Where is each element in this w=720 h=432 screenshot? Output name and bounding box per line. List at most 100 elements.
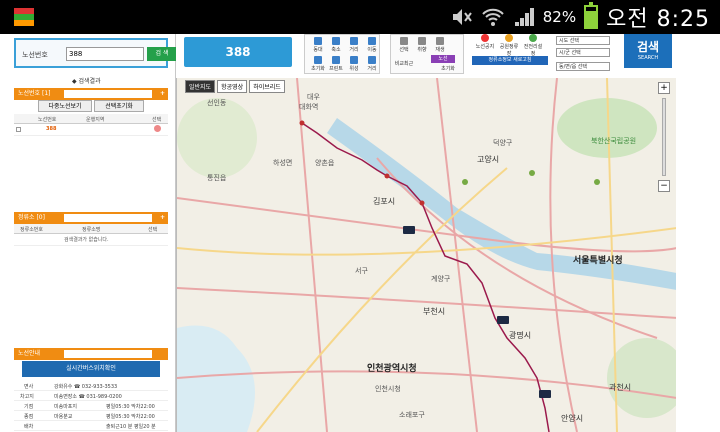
mute-icon (452, 9, 472, 25)
park-stop-tool[interactable]: 공원정류장 (498, 34, 520, 57)
refresh-stop-info-button[interactable]: 정류소정보 새로고침 (472, 56, 548, 65)
map-label: 덕양구 (493, 139, 513, 147)
map-label: 안양시 (561, 414, 584, 423)
map-label: 고양시 (477, 155, 500, 164)
info-time: 평일05:30 막차22:00 (106, 414, 155, 420)
info-key: 차고지 (20, 394, 34, 400)
map-label: 인천광역시청 (367, 364, 417, 374)
notice-group: 노선공지 공원정류장 전전리설정 (472, 34, 548, 74)
right-gutter (676, 78, 720, 432)
info-time: 출퇴근10 분 평일20 분 (106, 424, 156, 430)
edit-tools-group: 선택 취향 재생 노선 비교최근 초기화 (390, 34, 464, 74)
route-panel-tabs: 다중노선보기 선택초기화 (14, 100, 168, 112)
bus-marker (403, 226, 415, 234)
map-label: 통진읍 (207, 174, 227, 182)
stop-panel-field[interactable] (64, 214, 152, 222)
info-row: 면사 강화유수 ☎ 032-933-3533 (14, 381, 168, 391)
map-label: 하성면 (273, 159, 293, 167)
tab-aerial[interactable]: 항공영상 (217, 80, 248, 93)
map-label: 계양구 (431, 275, 451, 283)
info-row: 종점 마용분교 평일05:30 막차22:00 (14, 411, 168, 421)
map-label: 서구 (355, 267, 368, 275)
map-search-title: 검색 (636, 40, 660, 54)
stop-empty-message: 검색결과가 없습니다. (64, 237, 109, 243)
stop-empty-row: 검색결과가 없습니다. (14, 234, 168, 246)
route-number-cell[interactable]: 388 (46, 126, 56, 132)
bus-marker (539, 390, 551, 398)
map-search-button[interactable]: 검색 SEARCH (624, 34, 672, 68)
map-label: 서울특별시청 (573, 256, 623, 266)
zoom-out-button[interactable]: − (658, 180, 670, 192)
stop-col-name: 정류소명 (82, 227, 101, 233)
measure-tool[interactable]: 거리 (361, 56, 383, 72)
stop-panel-title: 정류소 [0] (18, 214, 45, 221)
map-label: 선인동 (207, 99, 227, 107)
route-mode-button[interactable]: 노선 (431, 55, 455, 63)
info-value: 미송마포지 (54, 404, 78, 410)
zoom-in-button[interactable]: + (658, 82, 670, 94)
battery-percent: 82% (542, 8, 577, 26)
route-panel-title: 노선번호 [1] (18, 90, 51, 97)
stop-col-number: 정류소번호 (20, 227, 44, 233)
route-number-button[interactable]: 388 (184, 37, 292, 67)
province-select[interactable]: 시도 선택 (556, 36, 610, 45)
table-row[interactable]: 388 (14, 124, 168, 136)
bus-marker (497, 316, 509, 324)
info-value: 마용분교 (54, 414, 73, 420)
route-notice-tool[interactable]: 노선공지 (474, 34, 496, 50)
row-checkbox[interactable] (16, 127, 21, 132)
settings-tool[interactable]: 전전리설정 (522, 34, 544, 57)
map-label: 김포시 (373, 197, 396, 206)
map-tools-group: 동대 축소 거리 이동 초기화 프린트 위성 거리 (304, 34, 380, 74)
route-col-select: 선택 (152, 117, 162, 123)
clear-tool[interactable]: 초기화 (437, 65, 459, 72)
result-label: ◆ 검색결과 (72, 78, 101, 85)
route-table: 노선번호 운행지역 선택 388 (14, 114, 168, 136)
info-row: 기점 미송마포지 평일05:30 막차22:00 (14, 401, 168, 411)
reset-selection-tab[interactable]: 선택초기화 (94, 100, 144, 112)
map-view[interactable]: 일반지도 항공영상 하이브리드 대우 대화역 선인동 통진읍 하성면 양촌읍 김… (176, 78, 676, 432)
zoom-slider[interactable] (662, 98, 666, 176)
map-label: 광명시 (509, 331, 532, 340)
zoom-control: + − (658, 82, 670, 202)
info-key: 배차 (24, 424, 34, 430)
left-panel: 노선번호 388 검 색 ◆ 검색결과 노선번호 [1] + 다중노선보기 선택… (0, 34, 177, 432)
info-row: 배차 출퇴근10 분 평일20 분 (14, 421, 168, 431)
wifi-icon (482, 8, 504, 26)
route-panel-expand-button[interactable]: + (160, 88, 165, 100)
move-tool[interactable]: 이동 (361, 37, 383, 53)
battery-icon (584, 2, 599, 29)
city-select[interactable]: 시/군 선택 (556, 48, 610, 57)
stop-panel-header: 정류소 [0] + (14, 212, 168, 224)
multi-route-view-tab[interactable]: 다중노선보기 (38, 100, 92, 112)
route-panel-header: 노선번호 [1] + (14, 88, 168, 100)
stop-table: 정류소번호 정류소명 선택 검색결과가 없습니다. (14, 224, 168, 246)
compare-tool[interactable]: 비교최근 (393, 60, 415, 67)
town-select[interactable]: 동/면/읍 선택 (556, 62, 610, 71)
select-icon[interactable] (154, 125, 161, 132)
status-bar: 82% 오전 8:25 (0, 0, 720, 34)
map-label: 부천시 (423, 307, 446, 316)
info-value: 미송면장소 ☎ 031-989-0200 (54, 394, 122, 400)
route-search-input[interactable]: 388 (66, 47, 144, 61)
map-label: 대화역 (299, 103, 319, 111)
stop-panel-expand-button[interactable]: + (160, 212, 165, 224)
route-search-box: 노선번호 388 검 색 (14, 38, 177, 68)
stop-col-select: 선택 (148, 227, 158, 233)
route-panel-field[interactable] (64, 90, 152, 98)
tab-hybrid[interactable]: 하이브리드 (249, 80, 285, 93)
map-label: 인천시청 (375, 385, 401, 393)
route-info: 실시간버스위치확인 면사 강화유수 ☎ 032-933-3533 차고지 미송면… (14, 359, 168, 431)
map-search-sub: SEARCH (637, 55, 659, 61)
replay-tool[interactable]: 재생 (429, 37, 451, 53)
clock: 오전 8:25 (606, 7, 710, 32)
info-panel-field[interactable] (64, 350, 152, 358)
app-icon (14, 8, 34, 26)
realtime-bus-button[interactable]: 실시간버스위치확인 (22, 361, 160, 377)
info-key: 종점 (24, 414, 34, 420)
map-toolbar: 388 동대 축소 거리 이동 초기화 프린트 위성 거리 선택 취향 재생 노… (176, 34, 720, 78)
info-row: 차고지 미송면장소 ☎ 031-989-0200 (14, 391, 168, 401)
tab-normal-map[interactable]: 일반지도 (185, 80, 216, 93)
route-col-number: 노선번호 (38, 117, 57, 123)
route-search-button[interactable]: 검 색 (147, 47, 177, 61)
